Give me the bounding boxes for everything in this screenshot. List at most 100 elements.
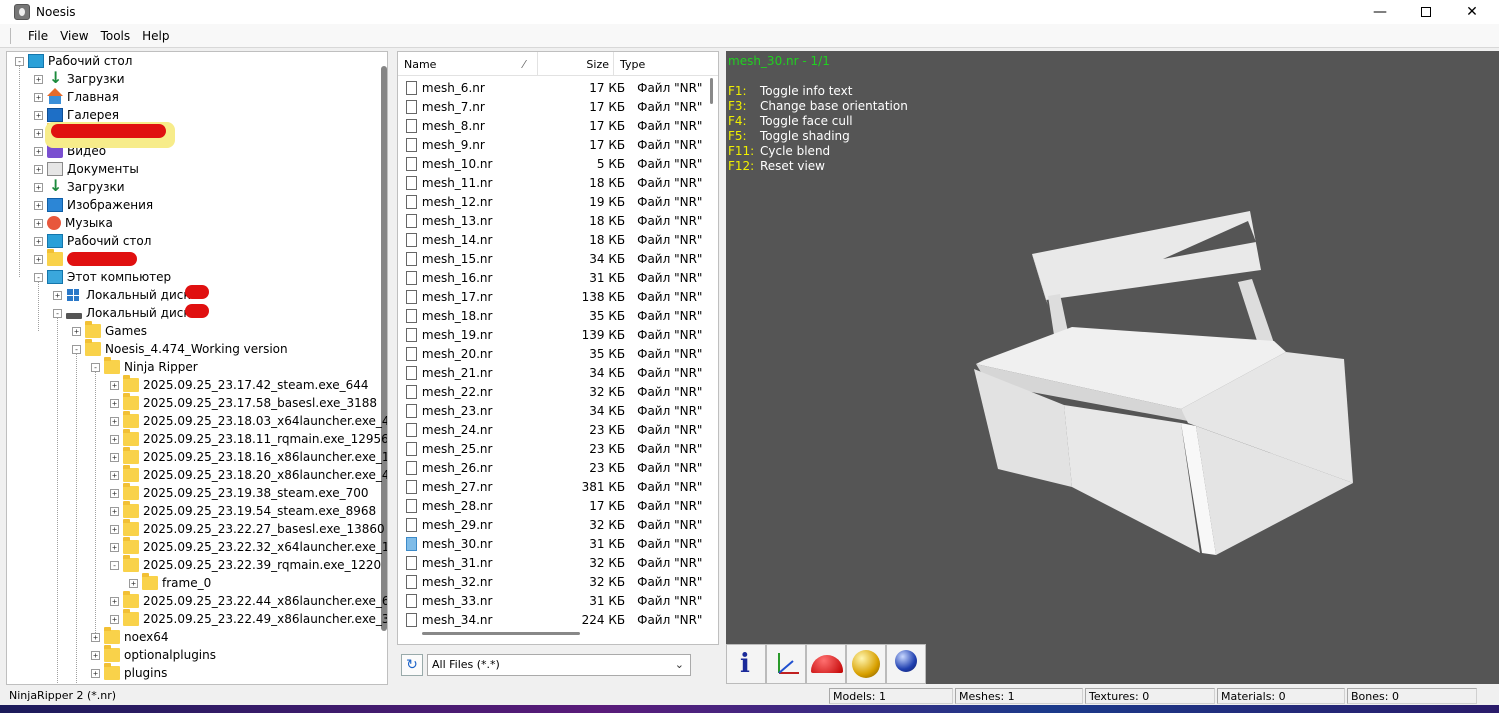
- file-type-filter[interactable]: All Files (*.*) ⌄: [427, 654, 691, 676]
- menu-file[interactable]: File: [22, 29, 54, 43]
- tree-item[interactable]: + plugins: [91, 663, 167, 682]
- tree-item[interactable]: +2025.09.25_23.17.42_steam.exe_644: [110, 375, 369, 394]
- file-row[interactable]: mesh_7.nr 17 КБ Файл "NR": [398, 97, 718, 116]
- shading-sphere-button[interactable]: [846, 644, 886, 684]
- expand-icon[interactable]: +: [110, 434, 119, 444]
- file-row[interactable]: mesh_20.nr 35 КБ Файл "NR": [398, 344, 718, 363]
- axes-toggle-button[interactable]: [766, 644, 806, 684]
- file-row[interactable]: mesh_10.nr 5 КБ Файл "NR": [398, 154, 718, 173]
- file-row[interactable]: mesh_9.nr 17 КБ Файл "NR": [398, 135, 718, 154]
- file-row[interactable]: mesh_16.nr 31 КБ Файл "NR": [398, 268, 718, 287]
- refresh-button[interactable]: ↻: [401, 654, 423, 676]
- file-row[interactable]: mesh_33.nr 31 КБ Файл "NR": [398, 591, 718, 610]
- expand-icon[interactable]: +: [34, 236, 43, 246]
- expand-icon[interactable]: +: [34, 182, 43, 192]
- file-list[interactable]: Name ⁄ Size Type mesh_6.nr 17 КБ Файл "NR"…: [397, 51, 719, 645]
- tree-item[interactable]: - Noesis_4.474_Working version: [72, 339, 288, 358]
- tree-item[interactable]: +2025.09.25_23.18.20_x86launcher.exe_495…: [110, 465, 387, 484]
- collapse-icon[interactable]: -: [15, 56, 24, 66]
- file-row[interactable]: mesh_8.nr 17 КБ Файл "NR": [398, 116, 718, 135]
- expand-icon[interactable]: +: [110, 470, 119, 480]
- collapse-icon[interactable]: -: [110, 560, 119, 570]
- tree-item[interactable]: + Рабочий стол: [34, 232, 151, 250]
- file-row[interactable]: mesh_30.nr 31 КБ Файл "NR": [398, 534, 718, 553]
- folder-tree[interactable]: -Рабочий стол+Загрузки+Главная+Галерея++…: [6, 51, 388, 685]
- file-row[interactable]: mesh_13.nr 18 КБ Файл "NR": [398, 211, 718, 230]
- file-row[interactable]: mesh_32.nr 32 КБ Файл "NR": [398, 572, 718, 591]
- collapse-icon[interactable]: -: [53, 308, 62, 318]
- file-row[interactable]: mesh_29.nr 32 КБ Файл "NR": [398, 515, 718, 534]
- tree-item[interactable]: +2025.09.25_23.19.54_steam.exe_8968: [110, 501, 376, 520]
- file-row[interactable]: mesh_22.nr 32 КБ Файл "NR": [398, 382, 718, 401]
- expand-icon[interactable]: +: [72, 326, 81, 336]
- minimize-button[interactable]: —: [1357, 0, 1403, 24]
- column-type-header[interactable]: Type: [614, 52, 718, 76]
- menu-tools[interactable]: Tools: [95, 29, 137, 43]
- file-row[interactable]: mesh_14.nr 18 КБ Файл "NR": [398, 230, 718, 249]
- file-row[interactable]: mesh_27.nr 381 КБ Файл "NR": [398, 477, 718, 496]
- file-row[interactable]: mesh_19.nr 139 КБ Файл "NR": [398, 325, 718, 344]
- expand-icon[interactable]: +: [110, 542, 119, 552]
- column-size-header[interactable]: Size: [538, 52, 614, 76]
- file-list-hscrollbar[interactable]: [422, 632, 580, 635]
- globe-tool-button[interactable]: [886, 644, 926, 684]
- tree-item[interactable]: - Локальный диск: [53, 304, 191, 322]
- file-row[interactable]: mesh_24.nr 23 КБ Файл "NR": [398, 420, 718, 439]
- file-row[interactable]: mesh_28.nr 17 КБ Файл "NR": [398, 496, 718, 515]
- column-name-header[interactable]: Name ⁄: [398, 52, 538, 76]
- tree-item[interactable]: - Этот компьютер: [34, 268, 171, 286]
- expand-icon[interactable]: +: [110, 596, 119, 606]
- expand-icon[interactable]: +: [110, 488, 119, 498]
- close-button[interactable]: ✕: [1449, 0, 1495, 24]
- tree-item[interactable]: - Ninja Ripper: [91, 357, 198, 376]
- tree-item[interactable]: + optionalplugins: [91, 645, 216, 664]
- tree-item[interactable]: + Главная: [34, 88, 119, 106]
- tree-item[interactable]: +2025.09.25_23.18.03_x64launcher.exe_497…: [110, 411, 387, 430]
- tree-item[interactable]: + Музыка: [34, 214, 113, 232]
- expand-icon[interactable]: +: [110, 416, 119, 426]
- expand-icon[interactable]: +: [91, 632, 100, 642]
- tree-item[interactable]: +2025.09.25_23.18.11_rqmain.exe_12956: [110, 429, 387, 448]
- file-row[interactable]: mesh_6.nr 17 КБ Файл "NR": [398, 78, 718, 97]
- tree-item[interactable]: + Загрузки: [34, 176, 125, 196]
- tree-item[interactable]: +2025.09.25_23.22.49_x86launcher.exe_364…: [110, 609, 387, 628]
- expand-icon[interactable]: +: [110, 398, 119, 408]
- 3d-viewport[interactable]: mesh_30.nr - 1/1 i F1: Toggle info text …: [726, 51, 1499, 684]
- menu-view[interactable]: View: [54, 29, 94, 43]
- file-row[interactable]: mesh_12.nr 19 КБ Файл "NR": [398, 192, 718, 211]
- expand-icon[interactable]: +: [129, 578, 138, 588]
- tree-item[interactable]: + noex64: [91, 627, 169, 646]
- expand-icon[interactable]: +: [34, 128, 43, 138]
- file-row[interactable]: mesh_31.nr 32 КБ Файл "NR": [398, 553, 718, 572]
- tree-item[interactable]: +2025.09.25_23.22.32_x64launcher.exe_117…: [110, 537, 387, 556]
- tree-item[interactable]: +2025.09.25_23.17.58_basesl.exe_3188: [110, 393, 377, 412]
- expand-icon[interactable]: +: [53, 290, 62, 300]
- tree-item[interactable]: + frame_0: [129, 573, 211, 592]
- tree-item[interactable]: + Загрузки: [34, 68, 125, 88]
- info-toggle-button[interactable]: i: [726, 644, 766, 684]
- file-row[interactable]: mesh_11.nr 18 КБ Файл "NR": [398, 173, 718, 192]
- expand-icon[interactable]: +: [110, 506, 119, 516]
- tree-item[interactable]: +2025.09.25_23.22.44_x86launcher.exe_687…: [110, 591, 387, 610]
- tree-item[interactable]: +: [34, 249, 67, 268]
- collapse-icon[interactable]: -: [91, 362, 100, 372]
- hemisphere-button[interactable]: [806, 644, 846, 684]
- file-row[interactable]: mesh_15.nr 34 КБ Файл "NR": [398, 249, 718, 268]
- tree-item[interactable]: + Локальный диск: [53, 286, 191, 304]
- expand-icon[interactable]: +: [34, 218, 43, 228]
- menu-help[interactable]: Help: [136, 29, 175, 43]
- expand-icon[interactable]: +: [91, 668, 100, 678]
- file-row[interactable]: mesh_34.nr 224 КБ Файл "NR": [398, 610, 718, 629]
- file-row[interactable]: mesh_17.nr 138 КБ Файл "NR": [398, 287, 718, 306]
- file-row[interactable]: mesh_18.nr 35 КБ Файл "NR": [398, 306, 718, 325]
- tree-item[interactable]: +2025.09.25_23.22.27_basesl.exe_13860: [110, 519, 385, 538]
- tree-item[interactable]: + Games: [72, 321, 147, 340]
- expand-icon[interactable]: +: [110, 452, 119, 462]
- expand-icon[interactable]: +: [91, 650, 100, 660]
- maximize-button[interactable]: [1403, 0, 1449, 24]
- tree-item[interactable]: + Изображения: [34, 196, 153, 214]
- tree-item[interactable]: - 2025.09.25_23.22.39_rqmain.exe_1220: [110, 555, 381, 574]
- expand-icon[interactable]: +: [34, 254, 43, 264]
- expand-icon[interactable]: +: [34, 200, 43, 210]
- file-row[interactable]: mesh_25.nr 23 КБ Файл "NR": [398, 439, 718, 458]
